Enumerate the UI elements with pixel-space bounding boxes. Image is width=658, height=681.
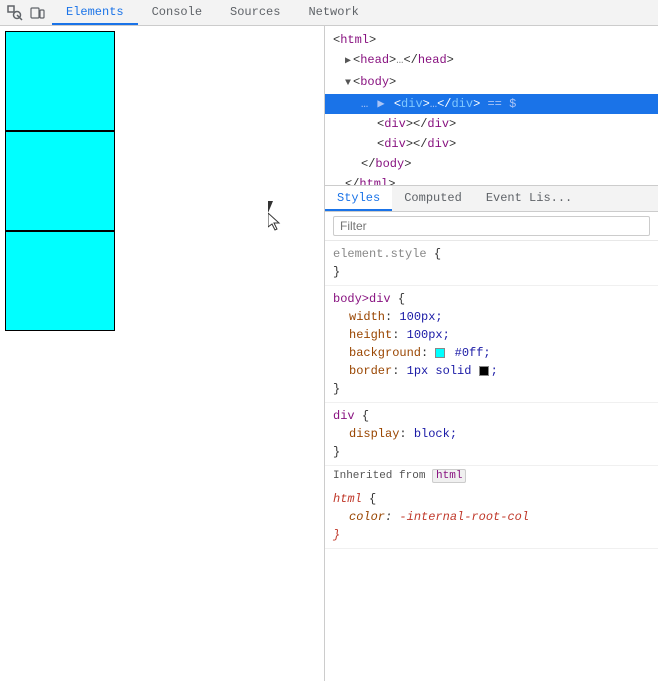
border-color-swatch[interactable] bbox=[479, 366, 489, 376]
element-style-rule: element.style { } bbox=[325, 241, 658, 286]
background-rule: background: #0ff; bbox=[333, 344, 650, 362]
div-selector: div bbox=[333, 409, 355, 423]
tab-network[interactable]: Network bbox=[294, 0, 372, 25]
html-rule: html { color: -internal-root-col } bbox=[325, 486, 658, 549]
display-rule: display: block; bbox=[333, 425, 650, 443]
body-div-selector: body>div bbox=[333, 292, 391, 306]
toolbar-icons bbox=[0, 4, 52, 22]
cyan-box-3 bbox=[5, 231, 115, 331]
div-rule: div { display: block; } bbox=[325, 403, 658, 466]
inherited-tag: html bbox=[432, 469, 466, 483]
dom-line-div-1: <div></div> bbox=[325, 114, 658, 134]
dom-tree: <html> ▶<head>…</head> ▼<body> … ▶ <div>… bbox=[325, 26, 658, 186]
devtools-toolbar: Elements Console Sources Network bbox=[0, 0, 658, 26]
styles-pane: element.style { } body>div { width: 100p… bbox=[325, 212, 658, 681]
devtools-panel: <html> ▶<head>…</head> ▼<body> … ▶ <div>… bbox=[325, 26, 658, 681]
device-toggle-icon[interactable] bbox=[28, 4, 46, 22]
cyan-box-1 bbox=[5, 31, 115, 131]
div-selector-line: div { bbox=[333, 407, 650, 425]
dom-line-div-2: <div></div> bbox=[325, 134, 658, 154]
html-rule-close: } bbox=[333, 526, 650, 544]
html-selector: html bbox=[333, 492, 362, 506]
main-content: <html> ▶<head>…</head> ▼<body> … ▶ <div>… bbox=[0, 26, 658, 681]
body-div-rule-close: } bbox=[333, 380, 650, 398]
body-div-rule: body>div { width: 100px; height: 100px; … bbox=[325, 286, 658, 403]
cyan-boxes-container bbox=[5, 31, 115, 331]
element-style-selector: element.style { bbox=[333, 245, 650, 263]
tab-computed[interactable]: Computed bbox=[392, 186, 474, 211]
panel-tabs: Styles Computed Event Lis... bbox=[325, 186, 658, 212]
width-rule: width: 100px; bbox=[333, 308, 650, 326]
tab-console[interactable]: Console bbox=[138, 0, 216, 25]
element-style-close: } bbox=[333, 263, 650, 281]
filter-bar bbox=[325, 212, 658, 241]
tab-styles[interactable]: Styles bbox=[325, 186, 392, 211]
dom-line-body: ▼<body> bbox=[325, 72, 658, 94]
dom-line-body-close: </body> bbox=[325, 154, 658, 174]
html-selector-line: html { bbox=[333, 490, 650, 508]
color-rule: color: -internal-root-col bbox=[333, 508, 650, 526]
filter-input[interactable] bbox=[333, 216, 650, 236]
color-swatch[interactable] bbox=[435, 348, 445, 358]
tab-event-listeners[interactable]: Event Lis... bbox=[474, 186, 584, 211]
inspect-icon[interactable] bbox=[6, 4, 24, 22]
tab-elements[interactable]: Elements bbox=[52, 0, 138, 25]
div-rule-close: } bbox=[333, 443, 650, 461]
inherited-from-header: Inherited from html bbox=[325, 466, 658, 486]
dom-line-html-close: </html> bbox=[325, 174, 658, 186]
devtools-main-tabs: Elements Console Sources Network bbox=[52, 0, 373, 25]
dom-line-head: ▶<head>…</head> bbox=[325, 50, 658, 72]
height-rule: height: 100px; bbox=[333, 326, 650, 344]
preview-pane bbox=[0, 26, 325, 681]
body-div-selector-line: body>div { bbox=[333, 290, 650, 308]
cyan-box-2 bbox=[5, 131, 115, 231]
dom-line-div-selected[interactable]: … ▶ <div>…</div> == $ bbox=[325, 94, 658, 114]
dom-line-html: <html> bbox=[325, 30, 658, 50]
tab-sources[interactable]: Sources bbox=[216, 0, 294, 25]
border-rule: border: 1px solid ; bbox=[333, 362, 650, 380]
